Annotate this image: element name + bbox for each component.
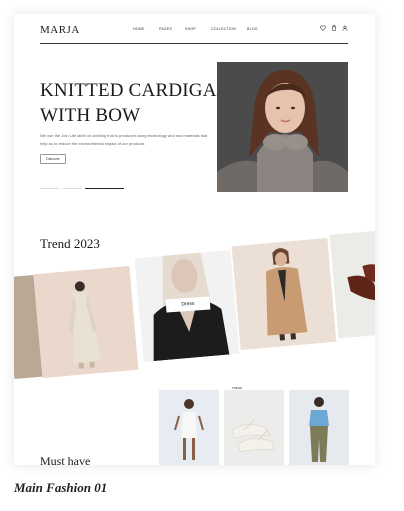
nav-item-shop[interactable]: SHOP bbox=[185, 27, 211, 31]
trend-tile-coat[interactable] bbox=[33, 266, 139, 378]
nav-item-blog[interactable]: BLOG bbox=[247, 27, 267, 31]
nav-item-pages[interactable]: PAGES bbox=[159, 27, 185, 31]
user-icon[interactable] bbox=[342, 25, 348, 31]
slider-dot-1[interactable] bbox=[40, 188, 59, 189]
nav-item-home[interactable]: HOME bbox=[133, 27, 159, 31]
trend-tag: TREND bbox=[230, 386, 244, 390]
nav-item-collection[interactable]: COLLECTION bbox=[211, 27, 247, 31]
site-header: MARJA HOME PAGES SHOP COLLECTION BLOG bbox=[14, 14, 375, 44]
header-icons bbox=[320, 25, 348, 31]
hero-description: We use the Join Life label on clothing t… bbox=[40, 133, 208, 146]
header-divider bbox=[40, 43, 348, 44]
hero-title: KNITTED CARDIGAN WITH BOW bbox=[40, 78, 231, 128]
hero-photo bbox=[217, 62, 348, 192]
slider-dot-2[interactable] bbox=[63, 188, 82, 189]
hero-title-line-1: KNITTED CARDIGAN bbox=[40, 80, 231, 101]
screen-caption: Main Fashion 01 bbox=[14, 480, 108, 495]
slider-dot-active[interactable] bbox=[85, 188, 124, 189]
main-nav: HOME PAGES SHOP COLLECTION BLOG bbox=[133, 27, 267, 31]
product-card-dress[interactable] bbox=[159, 390, 219, 465]
hero-title-line-2: WITH BOW bbox=[40, 105, 141, 126]
trend-tile-shoes[interactable] bbox=[329, 229, 375, 339]
site-logo[interactable]: MARJA bbox=[40, 24, 80, 36]
cart-icon[interactable] bbox=[331, 25, 337, 31]
product-card-outfit[interactable] bbox=[289, 390, 349, 465]
trend-section-title: Trend 2023 bbox=[40, 236, 100, 251]
trend-tile-camel-coat[interactable] bbox=[231, 238, 337, 350]
discover-button[interactable]: Discover bbox=[40, 154, 66, 164]
must-have-section-title: Must have bbox=[40, 454, 91, 465]
heart-icon[interactable] bbox=[320, 25, 326, 31]
product-card-sandals[interactable] bbox=[224, 390, 284, 465]
page-card: MARJA HOME PAGES SHOP COLLECTION BLOG KN… bbox=[14, 14, 375, 465]
